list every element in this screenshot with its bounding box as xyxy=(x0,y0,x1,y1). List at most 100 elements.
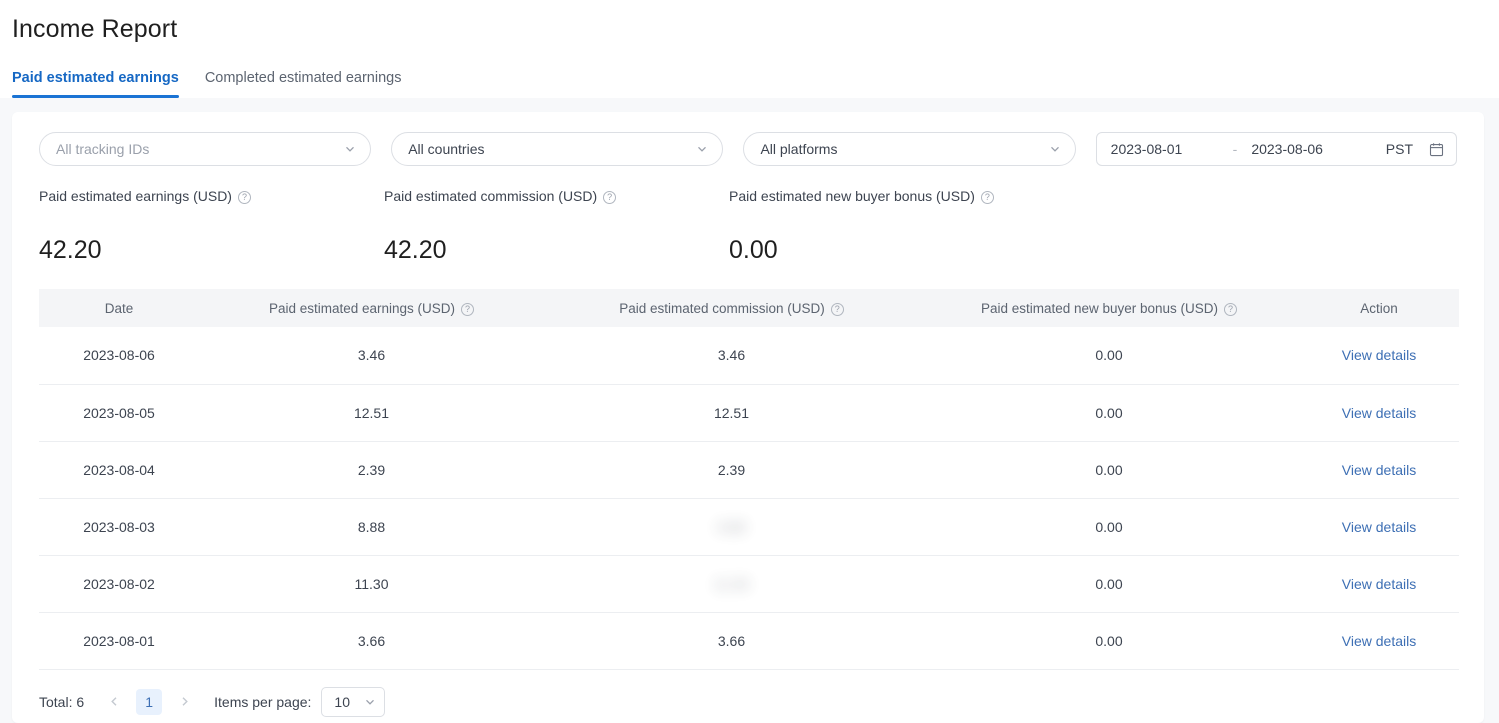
view-details-link[interactable]: View details xyxy=(1342,519,1416,535)
column-header-label: Paid estimated commission (USD) xyxy=(619,300,825,316)
cell-new-buyer-bonus: 0.00 xyxy=(919,555,1299,613)
cell-commission: 12.51 xyxy=(544,384,919,442)
stat-label: Paid estimated commission (USD) ? xyxy=(384,186,729,206)
items-per-page-label: Items per page: xyxy=(214,693,312,710)
stat-value: 0.00 xyxy=(729,236,778,264)
cell-commission: 3.46 xyxy=(544,327,919,385)
table-row: 2023-08-04 2.39 2.39 0.00 View details xyxy=(39,441,1459,499)
page-title: Income Report xyxy=(12,15,178,43)
stat-label: Paid estimated earnings (USD) ? xyxy=(39,186,384,206)
help-circle-icon[interactable]: ? xyxy=(461,302,475,316)
tab-label: Completed estimated earnings xyxy=(204,70,402,86)
view-details-link[interactable]: View details xyxy=(1342,633,1416,649)
stat-label-text: Paid estimated earnings (USD) xyxy=(39,188,232,204)
summary-stats: Paid estimated earnings (USD) ? 42.20 Pa… xyxy=(39,186,1457,265)
cell-action: View details xyxy=(1299,384,1459,442)
chevron-left-icon[interactable] xyxy=(102,690,126,714)
chevron-right-icon[interactable] xyxy=(172,690,196,714)
cell-action: View details xyxy=(1299,612,1459,670)
tab-bar: Paid estimated earnings Completed estima… xyxy=(0,46,1499,98)
pagination: Total: 6 1 Items per page: 10 xyxy=(39,686,1457,717)
cell-action: View details xyxy=(1299,441,1459,499)
cell-date: 2023-08-06 xyxy=(39,327,199,385)
cell-new-buyer-bonus: 0.00 xyxy=(919,327,1299,385)
tracking-ids-select[interactable]: All tracking IDs xyxy=(39,132,372,166)
cell-new-buyer-bonus: 0.00 xyxy=(919,498,1299,556)
cell-commission: 8.88 xyxy=(544,498,919,556)
tab-label: Paid estimated earnings xyxy=(12,70,179,86)
date-range-end[interactable]: 2023-08-06 xyxy=(1251,141,1367,157)
cell-action: View details xyxy=(1299,498,1459,556)
income-table: Date Paid estimated earnings (USD) ? Pai… xyxy=(39,289,1459,670)
column-header-new-buyer-bonus: Paid estimated new buyer bonus (USD) ? xyxy=(919,289,1299,327)
cell-earnings: 3.66 xyxy=(199,612,544,670)
help-circle-icon[interactable]: ? xyxy=(237,190,251,204)
stat-label: Paid estimated new buyer bonus (USD) ? xyxy=(729,186,1074,206)
table-row: 2023-08-05 12.51 12.51 0.00 View details xyxy=(39,384,1459,442)
date-range-picker[interactable]: 2023-08-01 - 2023-08-06 PST xyxy=(1095,132,1458,166)
stat-paid-estimated-earnings: Paid estimated earnings (USD) ? 42.20 xyxy=(39,186,384,265)
cell-earnings: 12.51 xyxy=(199,384,544,442)
column-header-action: Action xyxy=(1299,289,1459,327)
tracking-ids-value: All tracking IDs xyxy=(56,141,150,157)
countries-select[interactable]: All countries xyxy=(391,132,724,166)
column-header-label: Paid estimated new buyer bonus (USD) xyxy=(980,300,1219,316)
table-body: 2023-08-06 3.46 3.46 0.00 View details 2023-0… xyxy=(39,327,1459,670)
table-row: 2023-08-01 3.66 3.66 0.00 View details xyxy=(39,612,1459,670)
cell-commission: 3.66 xyxy=(544,612,919,670)
help-circle-icon[interactable]: ? xyxy=(980,190,994,204)
stat-paid-estimated-new-buyer-bonus: Paid estimated new buyer bonus (USD) ? 0… xyxy=(729,186,1074,265)
date-range-start[interactable]: 2023-08-01 xyxy=(1111,141,1227,157)
view-details-link[interactable]: View details xyxy=(1342,576,1416,592)
cell-date: 2023-08-02 xyxy=(39,555,199,613)
cell-date: 2023-08-05 xyxy=(39,384,199,442)
cell-date: 2023-08-04 xyxy=(39,441,199,499)
report-card: All tracking IDs All countries All platf… xyxy=(12,112,1484,723)
cell-date: 2023-08-01 xyxy=(39,612,199,670)
stat-paid-estimated-commission: Paid estimated commission (USD) ? 42.20 xyxy=(384,186,729,265)
cell-earnings: 2.39 xyxy=(199,441,544,499)
column-header-label: Paid estimated earnings (USD) xyxy=(268,300,456,316)
column-header-commission: Paid estimated commission (USD) ? xyxy=(544,289,919,327)
column-header-earnings: Paid estimated earnings (USD) ? xyxy=(199,289,544,327)
page-number-1[interactable]: 1 xyxy=(136,688,163,715)
tab-paid-estimated-earnings[interactable]: Paid estimated earnings xyxy=(12,70,179,98)
cell-action: View details xyxy=(1299,327,1459,385)
view-details-link[interactable]: View details xyxy=(1342,347,1416,363)
chevron-down-icon xyxy=(364,696,376,708)
table-row: 2023-08-03 8.88 8.88 0.00 View details xyxy=(39,498,1459,556)
platforms-select[interactable]: All platforms xyxy=(743,132,1076,166)
table-row: 2023-08-02 11.30 11.30 0.00 View details xyxy=(39,555,1459,613)
column-header-label: Date xyxy=(104,300,134,316)
page-header: Income Report xyxy=(0,0,1499,46)
table-header-row: Date Paid estimated earnings (USD) ? Pai… xyxy=(39,289,1459,327)
stat-label-text: Paid estimated commission (USD) xyxy=(384,188,598,204)
help-circle-icon[interactable]: ? xyxy=(603,190,617,204)
column-header-date: Date xyxy=(39,289,199,327)
table-row: 2023-08-06 3.46 3.46 0.00 View details xyxy=(39,327,1459,385)
help-circle-icon[interactable]: ? xyxy=(1224,302,1238,316)
items-per-page-select[interactable]: 10 xyxy=(321,686,386,717)
cell-earnings: 11.30 xyxy=(199,555,544,613)
date-range-separator: - xyxy=(1232,141,1238,157)
cell-commission: 2.39 xyxy=(544,441,919,499)
cell-action: View details xyxy=(1299,555,1459,613)
cell-date: 2023-08-03 xyxy=(39,498,199,556)
view-details-link[interactable]: View details xyxy=(1342,405,1416,421)
column-header-label: Action xyxy=(1360,300,1398,316)
view-details-link[interactable]: View details xyxy=(1342,462,1416,478)
cell-commission: 11.30 xyxy=(544,555,919,613)
chevron-down-icon xyxy=(696,143,708,155)
items-per-page-value: 10 xyxy=(334,693,350,710)
calendar-icon[interactable] xyxy=(1429,142,1444,157)
platforms-value: All platforms xyxy=(760,141,838,157)
filter-bar: All tracking IDs All countries All platf… xyxy=(39,132,1458,166)
stat-value: 42.20 xyxy=(39,236,102,264)
chevron-down-icon xyxy=(1049,143,1061,155)
table-header: Date Paid estimated earnings (USD) ? Pai… xyxy=(39,289,1459,327)
tab-completed-estimated-earnings[interactable]: Completed estimated earnings xyxy=(205,70,402,98)
help-circle-icon[interactable]: ? xyxy=(830,302,844,316)
cell-earnings: 8.88 xyxy=(199,498,544,556)
stat-value: 42.20 xyxy=(384,236,447,264)
cell-new-buyer-bonus: 0.00 xyxy=(919,441,1299,499)
